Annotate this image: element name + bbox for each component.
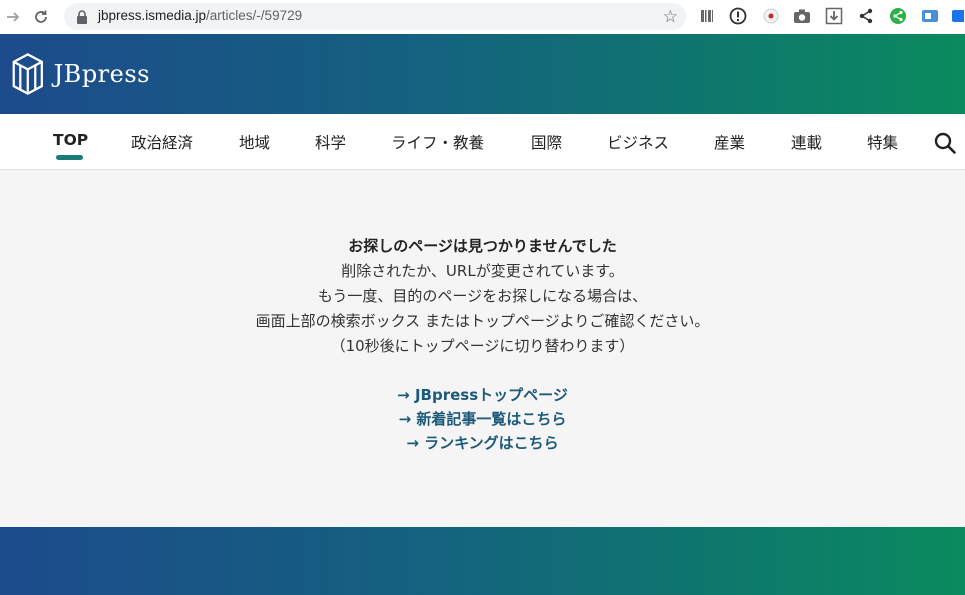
- error-title: お探しのページは見つかりませんでした: [348, 237, 617, 255]
- site-footer: [0, 527, 965, 595]
- nav-item-series[interactable]: 連載: [791, 131, 822, 153]
- logo-text: JBpress: [53, 60, 150, 88]
- arrow-right-icon: [7, 12, 20, 22]
- top-page-link[interactable]: → JBpressトップページ: [0, 384, 965, 405]
- extension-camera-icon[interactable]: [792, 6, 812, 26]
- extension-green-share-icon[interactable]: [888, 6, 908, 26]
- extension-blue-icon[interactable]: [951, 6, 965, 26]
- nav-item-region[interactable]: 地域: [239, 131, 270, 153]
- extension-download-icon[interactable]: [824, 6, 844, 26]
- nav-item-top[interactable]: TOP: [53, 131, 88, 149]
- jbpress-logo-icon: [12, 53, 43, 95]
- site-header: JBpress: [0, 34, 965, 114]
- forward-button[interactable]: [0, 4, 26, 30]
- site-logo[interactable]: JBpress: [10, 47, 150, 101]
- bookmark-star-icon[interactable]: ☆: [663, 7, 678, 27]
- error-content: お探しのページは見つかりませんでした 削除されたか、URLが変更されています。 …: [0, 170, 965, 527]
- error-line-2: もう一度、目的のページをお探しになる場合は、: [317, 287, 648, 305]
- extension-translate-icon[interactable]: [920, 6, 940, 26]
- nav-item-features[interactable]: 特集: [867, 131, 898, 153]
- nav-item-business[interactable]: ビジネス: [607, 131, 669, 153]
- new-articles-link[interactable]: → 新着記事一覧はこちら: [0, 408, 965, 429]
- error-line-1: 削除されたか、URLが変更されています。: [341, 262, 624, 280]
- extension-alert-icon[interactable]: [728, 6, 748, 26]
- error-line-4: （10秒後にトップページに切り替わります）: [330, 337, 635, 355]
- url-host: jbpress.ismedia.jp: [98, 8, 207, 23]
- reload-icon: [35, 10, 47, 23]
- ranking-link[interactable]: → ランキングはこちら: [0, 432, 965, 453]
- browser-toolbar: jbpress.ismedia.jp/articles/-/59729 ☆: [0, 0, 965, 34]
- extension-record-icon[interactable]: [761, 6, 781, 26]
- lock-icon: [77, 10, 87, 24]
- nav-item-industry[interactable]: 産業: [714, 131, 745, 153]
- nav-item-life-culture[interactable]: ライフ・教養: [391, 131, 484, 153]
- share-icon[interactable]: [856, 6, 876, 26]
- url-path: /articles/-/59729: [206, 8, 303, 23]
- reload-button[interactable]: [28, 4, 54, 30]
- url-text[interactable]: jbpress.ismedia.jp/articles/-/59729: [98, 8, 302, 23]
- address-bar[interactable]: jbpress.ismedia.jp/articles/-/59729 ☆: [64, 3, 686, 30]
- nav-item-international[interactable]: 国際: [531, 131, 562, 153]
- search-icon[interactable]: [933, 131, 957, 155]
- nav-item-science[interactable]: 科学: [315, 131, 346, 153]
- error-line-3: 画面上部の検索ボックス またはトップページよりご確認ください。: [255, 312, 710, 330]
- main-nav: TOP 政治経済 地域 科学 ライフ・教養 国際 ビジネス 産業 連載 特集: [0, 114, 965, 170]
- active-nav-indicator: [56, 155, 83, 160]
- extension-barcode-icon[interactable]: [697, 6, 717, 26]
- nav-item-politics-economy[interactable]: 政治経済: [131, 131, 193, 153]
